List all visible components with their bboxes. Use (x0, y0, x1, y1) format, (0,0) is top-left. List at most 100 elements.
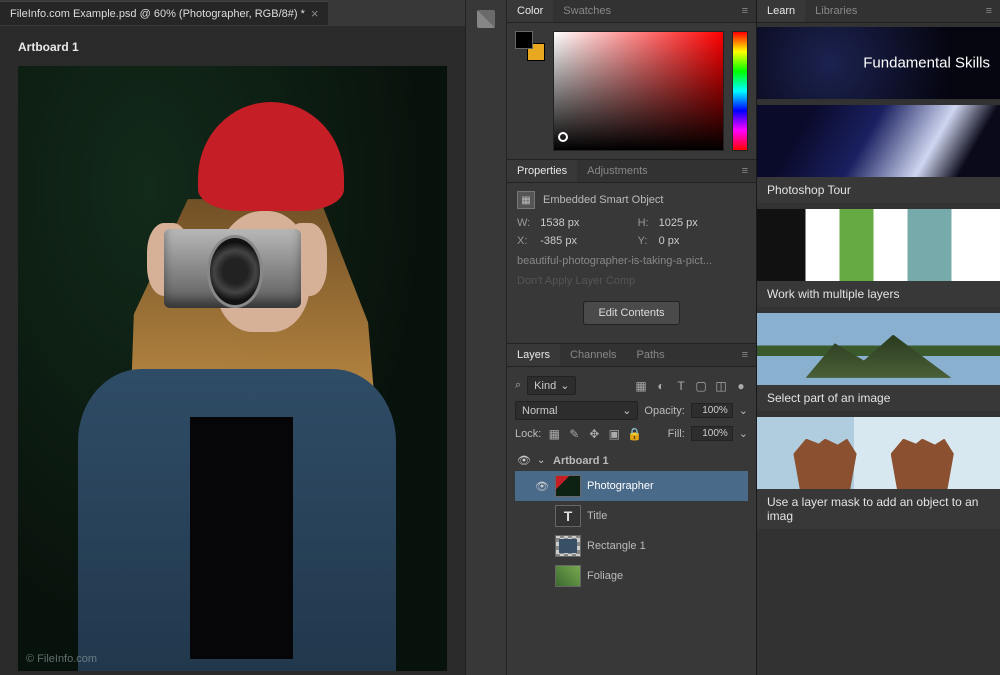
document-tab-bar: FileInfo.com Example.psd @ 60% (Photogra… (0, 0, 465, 26)
layer-thumbnail[interactable] (555, 565, 581, 587)
document-tab[interactable]: FileInfo.com Example.psd @ 60% (Photogra… (0, 1, 328, 25)
hue-slider[interactable] (732, 31, 748, 151)
learn-hero[interactable]: Fundamental Skills (757, 27, 1000, 99)
tab-channels[interactable]: Channels (560, 344, 626, 366)
lock-brush-icon[interactable]: ✎ (567, 427, 581, 441)
panel-menu-icon[interactable]: ≡ (734, 160, 756, 182)
x-label: X: (517, 235, 530, 247)
learn-card[interactable]: Select part of an image (757, 313, 1000, 411)
layer-name: Artboard 1 (553, 455, 609, 467)
lock-all-icon[interactable]: 🔒 (627, 427, 641, 441)
learn-card[interactable]: Work with multiple layers (757, 209, 1000, 307)
tab-color[interactable]: Color (507, 0, 553, 22)
artboard-label: Artboard 1 (0, 26, 465, 62)
learn-caption: Work with multiple layers (757, 281, 1000, 307)
layer-thumbnail[interactable]: T (555, 505, 581, 527)
layer-name: Photographer (587, 480, 654, 492)
x-value[interactable]: -385 px (540, 235, 627, 247)
chevron-down-icon[interactable]: ⌄ (537, 455, 547, 466)
learn-panel-tabs: Learn Libraries ≡ (757, 0, 1000, 23)
chevron-down-icon: ⌄ (622, 404, 631, 417)
tab-paths[interactable]: Paths (627, 344, 675, 366)
lock-label: Lock: (515, 428, 541, 440)
foreground-swatch[interactable] (515, 31, 533, 49)
opacity-label: Opacity: (644, 405, 684, 417)
canvas-area: FileInfo.com Example.psd @ 60% (Photogra… (0, 0, 465, 675)
filter-pixel-icon[interactable]: ▦ (634, 379, 648, 393)
layer-thumbnail[interactable] (555, 535, 581, 557)
opacity-value[interactable]: 100% (691, 403, 733, 418)
panel-menu-icon[interactable]: ≡ (978, 0, 1000, 22)
fill-value[interactable]: 100% (691, 426, 733, 441)
learn-thumbnail (757, 417, 1000, 489)
layer-item-rectangle[interactable]: Rectangle 1 (515, 531, 748, 561)
lock-position-icon[interactable]: ✥ (587, 427, 601, 441)
layer-filter-icons: ▦ ◐ T ▢ ◫ ● (634, 379, 748, 393)
chevron-down-icon[interactable]: ⌄ (739, 427, 748, 440)
smart-object-icon: ▦ (517, 191, 535, 209)
layers-panel-body: ⌕ Kind ⌄ ▦ ◐ T ▢ ◫ ● Normal⌄ Opacity: 10… (507, 367, 756, 597)
layer-thumbnail[interactable] (555, 475, 581, 497)
color-panel-tabs: Color Swatches ≡ (507, 0, 756, 23)
filter-type-icon[interactable]: T (674, 379, 688, 393)
learn-thumbnail (757, 209, 1000, 281)
tab-swatches[interactable]: Swatches (553, 0, 621, 22)
lock-transparency-icon[interactable]: ▦ (547, 427, 561, 441)
width-label: W: (517, 217, 530, 229)
height-value[interactable]: 1025 px (659, 217, 746, 229)
layer-item-photographer[interactable]: 👁 Photographer (515, 471, 748, 501)
panel-menu-icon[interactable]: ≡ (734, 344, 756, 366)
learn-card[interactable]: Use a layer mask to add an object to an … (757, 417, 1000, 529)
color-panel-body (507, 23, 756, 159)
tab-libraries[interactable]: Libraries (805, 0, 867, 22)
edit-contents-button[interactable]: Edit Contents (583, 301, 679, 325)
lock-artboard-icon[interactable]: ▣ (607, 427, 621, 441)
filter-adjustment-icon[interactable]: ◐ (654, 379, 668, 393)
foreground-background-swatches[interactable] (515, 31, 545, 61)
filter-shape-icon[interactable]: ▢ (694, 379, 708, 393)
learn-card[interactable]: Photoshop Tour (757, 105, 1000, 203)
learn-thumbnail (757, 105, 1000, 177)
watermark: © FileInfo.com (26, 653, 97, 665)
tab-learn[interactable]: Learn (757, 0, 805, 22)
layer-comp-dropdown[interactable]: Don't Apply Layer Comp (517, 275, 746, 287)
tab-adjustments[interactable]: Adjustments (577, 160, 658, 182)
learn-caption: Photoshop Tour (757, 177, 1000, 203)
layer-filter-dropdown[interactable]: Kind ⌄ (527, 376, 576, 395)
learn-thumbnail (757, 313, 1000, 385)
layer-item-title[interactable]: T Title (515, 501, 748, 531)
chevron-down-icon[interactable]: ⌄ (739, 404, 748, 417)
canvas[interactable]: © FileInfo.com (18, 66, 447, 671)
learn-thumbnail: Fundamental Skills (757, 27, 1000, 99)
layers-panel-tabs: Layers Channels Paths ≡ (507, 344, 756, 367)
learn-caption: Select part of an image (757, 385, 1000, 411)
color-field[interactable] (553, 31, 724, 151)
object-type-label: Embedded Smart Object (543, 194, 663, 206)
y-value[interactable]: 0 px (659, 235, 746, 247)
visibility-icon[interactable]: 👁 (535, 480, 549, 493)
chevron-down-icon: ⌄ (560, 379, 569, 392)
fill-label: Fill: (668, 428, 685, 440)
y-label: Y: (638, 235, 649, 247)
color-picker-cursor[interactable] (558, 132, 568, 142)
tab-properties[interactable]: Properties (507, 160, 577, 182)
layer-name: Title (587, 510, 607, 522)
layer-item-foliage[interactable]: Foliage (515, 561, 748, 591)
panel-icon[interactable] (477, 10, 495, 28)
properties-panel-tabs: Properties Adjustments ≡ (507, 160, 756, 183)
blend-mode-dropdown[interactable]: Normal⌄ (515, 401, 638, 420)
learn-panel-body: Fundamental Skills Photoshop Tour Work w… (757, 23, 1000, 675)
learn-caption: Use a layer mask to add an object to an … (757, 489, 1000, 529)
tab-layers[interactable]: Layers (507, 344, 560, 366)
layer-item-artboard[interactable]: 👁 ⌄ Artboard 1 (515, 450, 748, 471)
document-tab-title: FileInfo.com Example.psd @ 60% (Photogra… (10, 8, 305, 20)
layer-tree: 👁 ⌄ Artboard 1 👁 Photographer T Title (515, 450, 748, 591)
layer-name: Foliage (587, 570, 623, 582)
filter-toggle-icon[interactable]: ● (734, 379, 748, 393)
filter-smart-icon[interactable]: ◫ (714, 379, 728, 393)
width-value[interactable]: 1538 px (540, 217, 627, 229)
collapsed-panel-strip (465, 0, 507, 675)
panel-menu-icon[interactable]: ≡ (734, 0, 756, 22)
close-icon[interactable]: × (311, 6, 319, 21)
visibility-icon[interactable]: 👁 (517, 454, 531, 467)
